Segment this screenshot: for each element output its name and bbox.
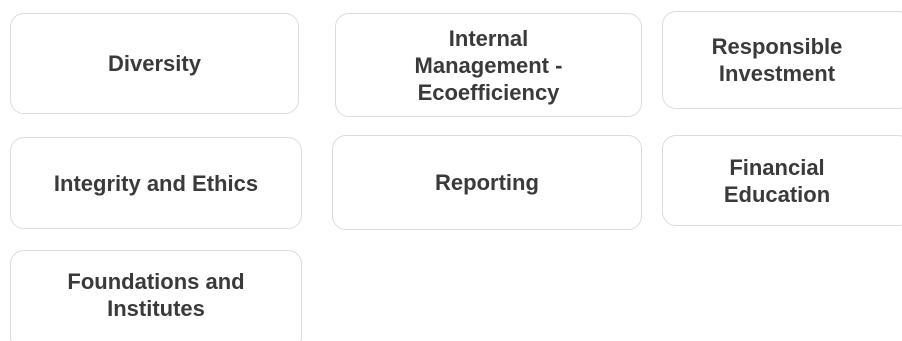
card-integrity-and-ethics[interactable]: Integrity and Ethics <box>10 137 302 229</box>
card-label: Financial Education <box>723 154 831 207</box>
card-label: Integrity and Ethics <box>53 170 259 196</box>
card-internal-management-ecoefficiency[interactable]: Internal Management - Ecoefficiency <box>335 13 642 117</box>
card-label: Diversity <box>108 51 201 76</box>
card-label: Internal Management - Ecoefficiency <box>414 25 563 105</box>
card-financial-education[interactable]: Financial Education <box>662 135 902 226</box>
card-label: Foundations and Institutes <box>67 269 245 321</box>
card-responsible-investment[interactable]: Responsible Investment <box>662 11 902 109</box>
card-foundations-and-institutes[interactable]: Foundations and Institutes <box>10 250 302 341</box>
card-label: Responsible Investment <box>711 34 843 86</box>
card-diversity[interactable]: Diversity <box>10 13 299 114</box>
card-reporting[interactable]: Reporting <box>332 135 642 230</box>
card-label: Reporting <box>435 170 539 195</box>
